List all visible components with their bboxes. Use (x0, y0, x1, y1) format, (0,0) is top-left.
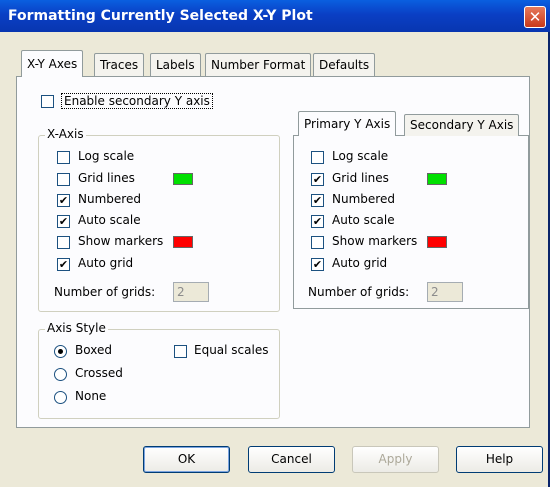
boxed-label: Boxed (75, 343, 112, 357)
crossed-radio[interactable] (54, 368, 67, 381)
y-grid-lines-label: Grid lines (332, 171, 389, 185)
y-auto-grid-checkbox[interactable] (311, 258, 324, 271)
y-show-markers-checkbox[interactable] (311, 236, 324, 249)
ok-button[interactable]: OK (143, 446, 230, 473)
y-grid-lines-checkbox[interactable] (311, 173, 324, 186)
y-show-markers-label: Show markers (332, 234, 418, 248)
none-label: None (75, 389, 107, 403)
dialog-window: Formatting Currently Selected X-Y Plot ✕… (0, 0, 550, 487)
y-number-of-grids-label: Number of grids: (308, 285, 410, 299)
crossed-label: Crossed (75, 366, 123, 380)
none-radio[interactable] (54, 391, 67, 404)
axis-style-group-title: Axis Style (45, 321, 108, 335)
equal-scales-label: Equal scales (194, 343, 269, 357)
y-log-scale-checkbox[interactable] (311, 151, 324, 164)
y-log-scale-label: Log scale (332, 149, 389, 163)
apply-button[interactable]: Apply (352, 446, 439, 473)
y-auto-scale-label: Auto scale (332, 213, 395, 227)
y-numbered-label: Numbered (332, 192, 395, 206)
equal-scales-checkbox[interactable] (174, 345, 187, 358)
cancel-button[interactable]: Cancel (248, 446, 335, 473)
boxed-radio[interactable] (54, 345, 67, 358)
y-marker-color-swatch[interactable] (427, 236, 447, 248)
y-auto-scale-checkbox[interactable] (311, 215, 324, 228)
y-numbered-checkbox[interactable] (311, 194, 324, 207)
y-auto-grid-label: Auto grid (332, 256, 388, 270)
y-number-of-grids-input[interactable]: 2 (427, 282, 463, 302)
y-grid-color-swatch[interactable] (427, 173, 447, 185)
help-button[interactable]: Help (456, 446, 543, 473)
